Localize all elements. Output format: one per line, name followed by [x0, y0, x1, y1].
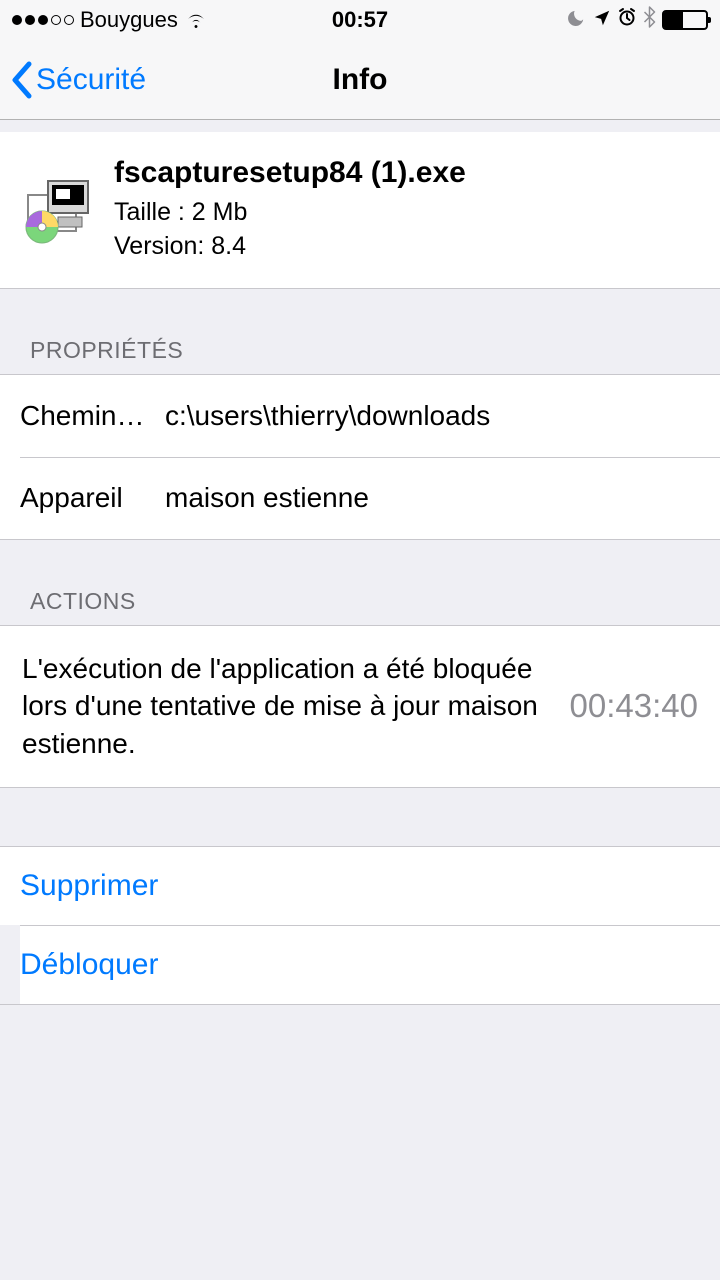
file-header: fscapturesetup84 (1).exe Taille : 2 Mb V…	[0, 132, 720, 289]
installer-file-icon	[20, 173, 94, 247]
status-left: Bouygues	[12, 7, 208, 33]
property-row-path[interactable]: Chemin… c:\users\thierry\downloads	[0, 375, 720, 457]
action-event-time: 00:43:40	[550, 687, 698, 725]
location-icon	[593, 7, 611, 33]
unblock-button[interactable]: Débloquer	[20, 925, 720, 1004]
file-info: fscapturesetup84 (1).exe Taille : 2 Mb V…	[114, 156, 700, 264]
action-event-text: L'exécution de l'application a été bloqu…	[22, 650, 550, 763]
file-size: Taille : 2 Mb	[114, 196, 700, 230]
nav-bar: Sécurité Info	[0, 40, 720, 120]
battery-icon	[662, 10, 708, 30]
section-header-actions: ACTIONS	[0, 540, 720, 625]
carrier-label: Bouygues	[80, 7, 178, 33]
property-row-device[interactable]: Appareil maison estienne	[20, 457, 720, 539]
delete-button[interactable]: Supprimer	[0, 847, 720, 925]
delete-button-label: Supprimer	[20, 869, 158, 902]
property-device-value: maison estienne	[165, 482, 700, 514]
status-bar: Bouygues 00:57	[0, 0, 720, 40]
alarm-icon	[617, 7, 637, 33]
chevron-left-icon	[10, 61, 32, 99]
page-title: Info	[333, 63, 388, 97]
property-path-label: Chemin…	[20, 400, 165, 432]
properties-group: Chemin… c:\users\thierry\downloads Appar…	[0, 374, 720, 540]
unblock-button-label: Débloquer	[20, 948, 158, 981]
file-name: fscapturesetup84 (1).exe	[114, 156, 700, 190]
section-header-properties: PROPRIÉTÉS	[0, 289, 720, 374]
back-label: Sécurité	[36, 63, 146, 97]
file-version: Version: 8.4	[114, 230, 700, 264]
status-right	[568, 6, 708, 34]
moon-icon	[568, 7, 587, 33]
action-event-row[interactable]: L'exécution de l'application a été bloqu…	[0, 626, 720, 787]
actions-group: L'exécution de l'application a été bloqu…	[0, 625, 720, 788]
bluetooth-icon	[643, 6, 656, 34]
wifi-icon	[184, 11, 208, 29]
button-group: Supprimer Débloquer	[0, 846, 720, 1005]
property-device-label: Appareil	[20, 482, 165, 514]
back-button[interactable]: Sécurité	[10, 61, 146, 99]
status-time: 00:57	[332, 7, 388, 33]
signal-strength-icon	[12, 15, 74, 25]
property-path-value: c:\users\thierry\downloads	[165, 400, 700, 432]
